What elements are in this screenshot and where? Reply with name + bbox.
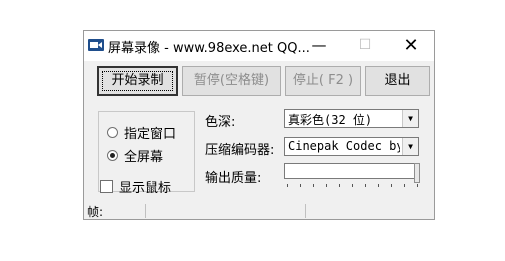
radio-label: 指定窗口 bbox=[124, 126, 177, 142]
checkbox[interactable] bbox=[100, 180, 113, 193]
status-divider bbox=[305, 204, 306, 218]
radio-button[interactable] bbox=[107, 126, 118, 138]
status-divider bbox=[145, 204, 146, 218]
radio-button[interactable] bbox=[107, 149, 118, 161]
color-depth-label: 色深: bbox=[205, 115, 236, 130]
start-record-button[interactable]: 开始录制 bbox=[97, 66, 178, 96]
show-cursor-checkbox[interactable]: 显示鼠标 bbox=[100, 177, 171, 196]
dropdown-arrow-icon[interactable]: ▼ bbox=[402, 110, 418, 127]
color-depth-select[interactable]: 真彩色(32 位) ▼ bbox=[284, 109, 419, 128]
window-title: 屏幕录像 - www.98exe.net QQ... bbox=[108, 41, 310, 56]
maximize-button: ☐ bbox=[358, 37, 372, 53]
codec-select[interactable]: Cinepak Codec by ▼ bbox=[284, 137, 419, 156]
checkbox-label: 显示鼠标 bbox=[119, 181, 172, 196]
close-button[interactable]: ✕ bbox=[388, 31, 434, 61]
codec-label: 压缩编码器: bbox=[205, 143, 275, 158]
app-window: 屏幕录像 - www.98exe.net QQ... — ☐ ✕ 开始录制 暂停… bbox=[83, 30, 435, 220]
quality-slider-track[interactable] bbox=[284, 163, 419, 179]
video-camera-icon bbox=[88, 39, 104, 51]
minimize-button[interactable]: — bbox=[296, 31, 342, 61]
title-bar[interactable]: 屏幕录像 - www.98exe.net QQ... — ☐ ✕ bbox=[84, 31, 434, 61]
codec-value: Cinepak Codec by bbox=[288, 139, 400, 153]
color-depth-value: 真彩色(32 位) bbox=[288, 113, 373, 127]
radio-label: 全屏幕 bbox=[124, 149, 164, 165]
pause-button: 暂停(空格键) bbox=[182, 66, 281, 96]
exit-button[interactable]: 退出 bbox=[365, 66, 430, 96]
quality-slider-thumb[interactable] bbox=[414, 163, 420, 183]
stop-button: 停止( F2 ) bbox=[285, 66, 361, 96]
status-bar: 帧: bbox=[84, 201, 434, 220]
frames-label: 帧: bbox=[87, 205, 104, 219]
quality-label: 输出质量: bbox=[205, 171, 262, 186]
dropdown-arrow-icon[interactable]: ▼ bbox=[402, 138, 418, 155]
radio-specified-window[interactable]: 指定窗口 bbox=[107, 123, 177, 142]
radio-fullscreen[interactable]: 全屏幕 bbox=[107, 146, 164, 165]
